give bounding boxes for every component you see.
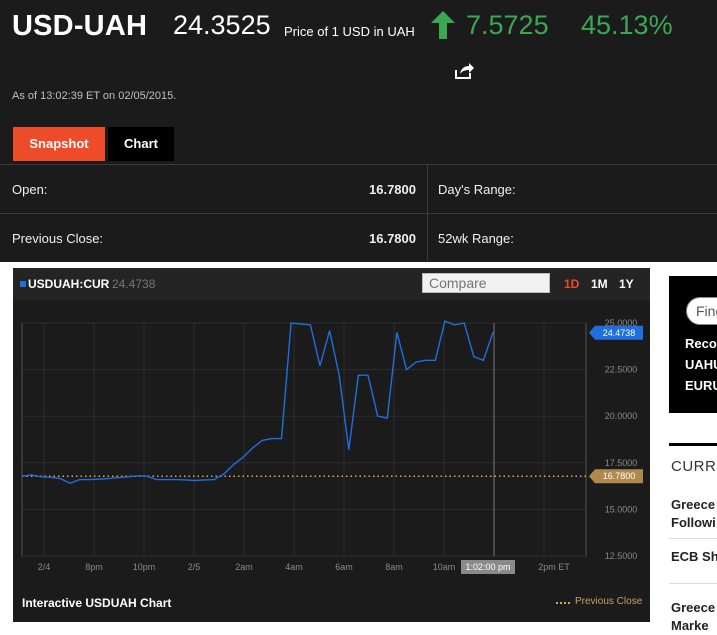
news-headline[interactable]: ECB Sh: [671, 548, 717, 566]
compare-input[interactable]: [422, 273, 550, 293]
series-label: USDUAH:CUR: [28, 277, 110, 291]
quote-header: USD-UAH 24.3525 Price of 1 USD in UAH 7.…: [0, 0, 717, 262]
currencies-heading: CURR: [671, 458, 717, 475]
x-tick-label: 10pm: [133, 562, 156, 572]
x-tick-label: 2am: [235, 562, 253, 572]
find-input[interactable]: Find: [686, 297, 717, 325]
side-rec-line[interactable]: UAHU: [685, 357, 717, 372]
previous-close-value: 16.7800: [369, 231, 416, 246]
days-range-label: Day's Range:: [438, 182, 516, 197]
range-1y-button[interactable]: 1Y: [619, 277, 634, 291]
side-promo-panel: Find Reco UAHU EURU: [669, 276, 717, 413]
share-icon[interactable]: [454, 62, 474, 80]
series-color-swatch: [20, 281, 26, 287]
side-rec-line[interactable]: EURU: [685, 378, 717, 393]
tab-chart[interactable]: Chart: [108, 127, 174, 161]
x-tick-label: 8pm: [85, 562, 103, 572]
previous-close-label: Previous Close:: [12, 231, 104, 246]
side-rec-line: Reco: [685, 336, 717, 351]
divider: [669, 443, 717, 446]
ticker-symbol: USD-UAH: [12, 10, 148, 42]
price-change-percent: 45.13%: [581, 10, 673, 40]
range-1m-button[interactable]: 1M: [591, 277, 608, 291]
x-tick-label: 6am: [335, 562, 353, 572]
plot-area: [21, 322, 587, 557]
as-of-timestamp: As of 13:02:39 ET on 02/05/2015.: [12, 90, 177, 102]
previous-close-label: 16.7800: [603, 471, 636, 481]
current-time-label: 1:02:00 pm: [465, 562, 510, 572]
chart-panel: USDUAH:CUR 24.4738 1D 1M 1Y 2/4 8pm 10pm 2/…: [13, 268, 650, 622]
x-tick-label: 10am: [433, 562, 456, 572]
y-tick-label: 20.0000: [605, 411, 638, 421]
open-label: Open:: [12, 182, 48, 197]
52wk-range-label: 52wk Range:: [438, 231, 514, 246]
divider: [669, 538, 717, 539]
chart-toolbar: USDUAH:CUR 24.4738 1D 1M 1Y: [13, 268, 650, 300]
x-tick-label: 2/5: [188, 562, 201, 572]
price-change: 7.5725: [466, 10, 549, 40]
divider: [669, 583, 717, 584]
y-tick-label: 15.0000: [605, 504, 638, 514]
news-headline[interactable]: Greece: [671, 599, 715, 617]
news-headline[interactable]: Followi: [671, 514, 716, 532]
y-tick-label: 22.5000: [605, 365, 638, 375]
price-description: Price of 1 USD in UAH: [284, 24, 415, 39]
last-value-label: 24.4738: [603, 328, 636, 338]
last-price: 24.3525: [173, 10, 271, 40]
x-tick-label: 2/4: [38, 562, 51, 572]
y-tick-label: 12.5000: [605, 551, 638, 561]
news-headline[interactable]: Marke: [671, 617, 709, 635]
line-chart[interactable]: 2/48pm10pm2/52am4am6am8am10am12pm2pm ET1…: [13, 300, 650, 590]
divider: [0, 213, 717, 214]
divider: [0, 164, 717, 165]
series-value: 24.4738: [112, 277, 156, 291]
news-headline[interactable]: Greece: [671, 496, 715, 514]
chart-title: Interactive USDUAH Chart: [22, 596, 172, 610]
x-tick-label: 2pm ET: [538, 562, 570, 572]
previous-close-legend: Previous Close: [575, 596, 643, 607]
tab-snapshot[interactable]: Snapshot: [13, 127, 105, 161]
divider: [427, 165, 428, 261]
up-arrow-icon: [431, 11, 455, 39]
x-tick-label: 4am: [285, 562, 303, 572]
y-tick-label: 17.5000: [605, 458, 638, 468]
previous-close-legend-swatch: [556, 602, 570, 604]
open-value: 16.7800: [369, 182, 416, 197]
x-tick-label: 8am: [385, 562, 403, 572]
range-1d-button[interactable]: 1D: [564, 277, 579, 291]
